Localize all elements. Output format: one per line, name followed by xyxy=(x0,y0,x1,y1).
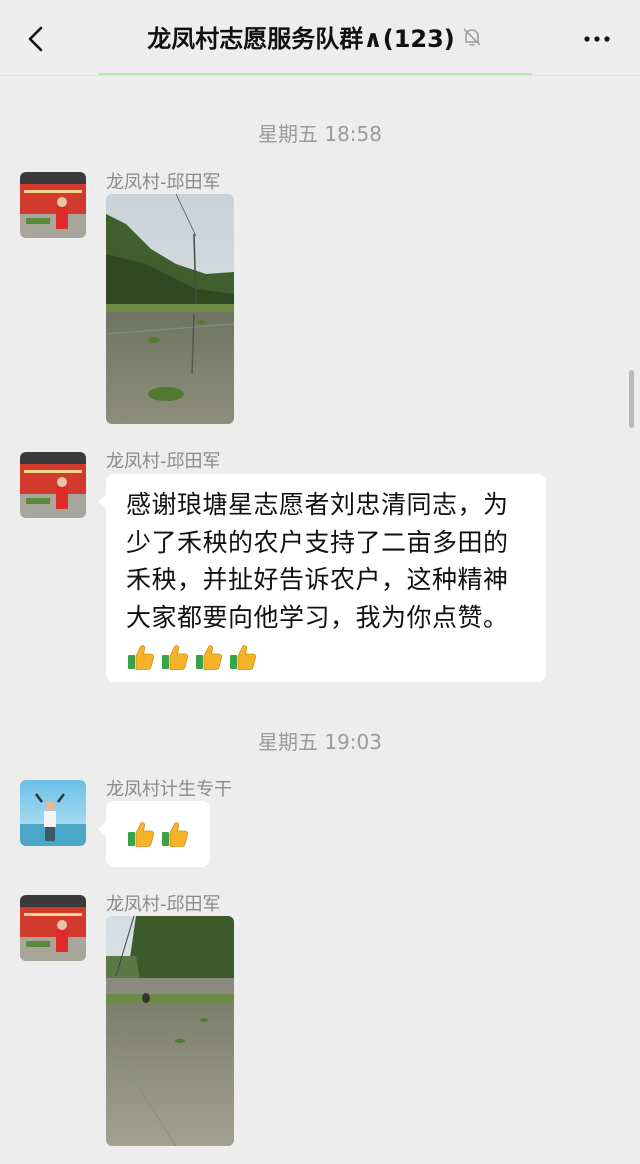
thumbs-up-icon xyxy=(162,822,189,847)
thumbs-up-icon xyxy=(162,645,189,670)
thumbs-up-icon xyxy=(128,645,155,670)
avatar-image xyxy=(20,895,86,961)
sender-name: 龙凤村-邱田军 xyxy=(106,894,221,915)
thumbs-up-icon xyxy=(230,645,257,670)
avatar-image xyxy=(20,452,86,518)
timestamp: 星期五 18:58 xyxy=(258,122,382,146)
sender-name: 龙凤村计生专干 xyxy=(106,779,232,800)
avatar[interactable] xyxy=(20,780,86,846)
avatar[interactable] xyxy=(20,172,86,238)
message-line: 感谢琅塘星志愿者刘忠清同志，为 xyxy=(126,490,509,519)
avatar[interactable] xyxy=(20,895,86,961)
thumbs-up-icon xyxy=(128,822,155,847)
chevron-left-icon[interactable] xyxy=(22,24,52,54)
chat-header: 龙凤村志愿服务队群∧(123) xyxy=(0,0,640,75)
message-bubble[interactable]: 感谢琅塘星志愿者刘忠清同志，为 少了禾秧的农户支持了二亩多田的 禾秧，并扯好告诉… xyxy=(98,474,546,682)
sender-name: 龙凤村-邱田军 xyxy=(106,451,221,472)
message-bubble[interactable] xyxy=(98,801,210,867)
emoji-row xyxy=(126,642,532,672)
message-text: 感谢琅塘星志愿者刘忠清同志，为 少了禾秧的农户支持了二亩多田的 禾秧，并扯好告诉… xyxy=(126,486,532,636)
chat-title-area[interactable]: 龙凤村志愿服务队群∧(123) xyxy=(98,0,532,75)
photo-image xyxy=(106,916,234,1146)
photo-image xyxy=(106,194,234,424)
planting-field-photo[interactable] xyxy=(106,916,234,1146)
scrollbar[interactable] xyxy=(629,370,634,428)
more-dots-icon[interactable] xyxy=(582,24,612,54)
emoji-row xyxy=(126,819,210,849)
header-divider xyxy=(0,75,640,76)
timestamp: 星期五 19:03 xyxy=(258,730,382,754)
avatar[interactable] xyxy=(20,452,86,518)
message-line: 少了禾秧的农户支持了二亩多田的 xyxy=(126,527,509,557)
avatar-image xyxy=(20,780,86,846)
message-line: 大家都要向他学习，我为你点赞。 xyxy=(126,602,509,632)
chat-title: 龙凤村志愿服务队群∧(123) xyxy=(147,25,455,53)
bell-off-icon xyxy=(463,27,481,46)
message-line: 禾秧，并扯好告诉农户，这种精神 xyxy=(126,565,509,594)
thumbs-up-icon xyxy=(196,645,223,670)
avatar-image xyxy=(20,172,86,238)
sender-name: 龙凤村-邱田军 xyxy=(106,172,221,193)
rice-paddy-photo[interactable] xyxy=(106,194,234,424)
